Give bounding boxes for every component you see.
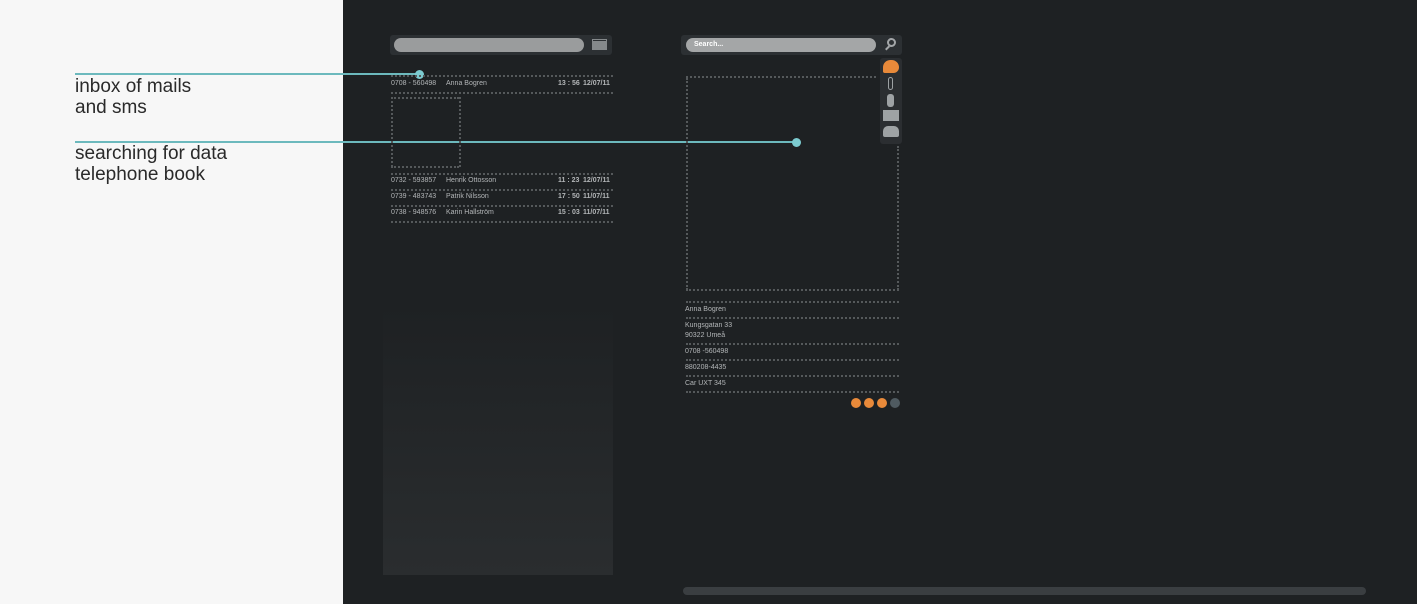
inbox-divider: [391, 92, 613, 94]
contact-divider: [686, 375, 899, 377]
inbox-preview-border: [459, 97, 461, 167]
search-header: Search...: [681, 35, 902, 55]
inbox-message[interactable]: 0739 - 483743 Patrik Nilsson 17 : 50 11/…: [391, 191, 613, 205]
contact-divider: [686, 343, 899, 345]
contact-city: 90322 Umeå: [685, 332, 726, 339]
message-date: 12/07/11: [583, 177, 610, 184]
annotation-inbox: inbox of mails and sms: [75, 76, 191, 118]
paperclip-icon[interactable]: [888, 77, 893, 90]
phone-icon[interactable]: [887, 94, 894, 107]
results-border-left: [686, 78, 688, 290]
envelope-icon[interactable]: [592, 39, 607, 50]
annotation-line-search: [75, 141, 797, 143]
annotation-inbox-line1: inbox of mails: [75, 76, 192, 97]
contact-divider: [686, 317, 899, 319]
inbox-preview-border: [391, 97, 393, 167]
info-icon[interactable]: [864, 398, 874, 408]
mail-icon[interactable]: [883, 110, 899, 121]
message-time: 17 : 50: [558, 193, 580, 200]
results-border-top: [686, 76, 876, 78]
results-border-right: [897, 146, 899, 290]
search-icon[interactable]: [887, 38, 896, 47]
results-border-bottom: [686, 289, 899, 291]
inbox-divider: [391, 166, 459, 168]
annotation-dot-search: [792, 138, 801, 147]
inbox-filter-input[interactable]: [394, 38, 584, 52]
contact-name: Anna Bogren: [685, 306, 726, 313]
message-number: 0738 - 948576: [391, 209, 437, 216]
inbox-divider: [391, 221, 613, 223]
inbox-message[interactable]: 0738 - 948576 Karin Hallström 15 : 03 11…: [391, 207, 613, 221]
inbox-divider: [391, 75, 613, 77]
contact-divider: [686, 301, 899, 303]
annotation-line-inbox: [75, 73, 420, 75]
message-date: 11/07/11: [583, 209, 610, 216]
contact-toolbar: [880, 58, 902, 144]
message-name: Henrik Ottosson: [446, 177, 497, 184]
message-number: 0739 - 483743: [391, 193, 437, 200]
inbox-message[interactable]: 0708 - 560498 Anna Bogren 13 : 56 12/07/…: [391, 78, 613, 92]
message-time: 11 : 23: [558, 177, 580, 184]
ear-icon[interactable]: [883, 60, 899, 73]
message-name: Patrik Nilsson: [446, 193, 489, 200]
location-icon[interactable]: [877, 398, 887, 408]
contact-street: Kungsgatan 33: [685, 322, 733, 329]
annotation-search-line2: telephone book: [75, 164, 205, 185]
inbox-empty-area: [383, 305, 613, 575]
message-date: 12/07/11: [583, 80, 610, 87]
car-icon[interactable]: [890, 398, 900, 408]
inbox-divider: [391, 97, 459, 99]
message-time: 13 : 56: [558, 80, 580, 87]
horizontal-scrollbar[interactable]: [683, 587, 1366, 595]
message-number: 0708 - 560498: [391, 80, 437, 87]
message-date: 11/07/11: [583, 193, 610, 200]
contact-car: Car UXT 345: [685, 380, 726, 387]
search-input[interactable]: Search...: [686, 38, 876, 52]
contact-phone: 0708 -560498: [685, 348, 729, 355]
inbox-message[interactable]: 0732 - 593857 Henrik Ottosson 11 : 23 12…: [391, 175, 613, 189]
annotation-search-line1: searching for data: [75, 143, 228, 164]
ear-icon[interactable]: [851, 398, 861, 408]
car-icon[interactable]: [883, 126, 899, 137]
contact-divider: [686, 359, 899, 361]
message-name: Karin Hallström: [446, 209, 494, 216]
message-name: Anna Bogren: [446, 80, 487, 87]
contact-id: 880208-4435: [685, 364, 727, 371]
message-number: 0732 - 593857: [391, 177, 437, 184]
contact-divider: [686, 391, 899, 393]
message-time: 15 : 03: [558, 209, 580, 216]
annotation-search: searching for data telephone book: [75, 143, 227, 185]
inbox-header: [390, 35, 612, 55]
annotation-inbox-line2: and sms: [75, 97, 147, 118]
